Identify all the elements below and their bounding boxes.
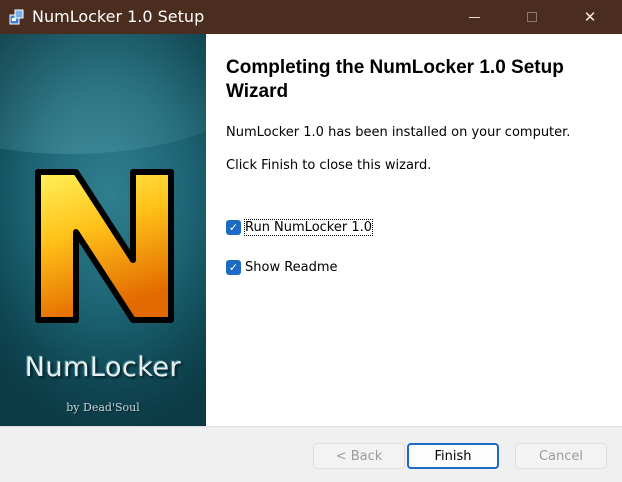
page-title: Completing the NumLocker 1.0 Setup Wizar…: [226, 57, 564, 102]
close-icon: ✕: [583, 7, 597, 26]
installed-message: NumLocker 1.0 has been installed on your…: [226, 125, 571, 140]
brand-name: NumLocker: [24, 352, 182, 383]
back-button[interactable]: < Back: [313, 443, 405, 469]
banner-highlight: [0, 34, 206, 154]
run-app-option[interactable]: ✓ Run NumLocker 1.0: [226, 218, 374, 236]
maximize-icon: [527, 12, 537, 22]
maximize-button[interactable]: [509, 0, 555, 34]
show-readme-checkbox[interactable]: ✓: [226, 259, 241, 275]
run-app-label[interactable]: Run NumLocker 1.0: [243, 218, 374, 236]
button-bar: < Back Finish Cancel: [0, 426, 622, 482]
close-button[interactable]: ✕: [567, 0, 613, 34]
wizard-banner: NumLocker by Dead'Soul: [0, 34, 206, 426]
run-app-checkbox[interactable]: ✓: [226, 219, 241, 235]
finish-instruction: Click Finish to close this wizard.: [226, 158, 432, 173]
finish-button[interactable]: Finish: [407, 443, 499, 469]
author-byline: by Dead'Soul: [66, 401, 140, 414]
cancel-button[interactable]: Cancel: [515, 443, 607, 469]
numlocker-logo: [35, 169, 174, 323]
title-bar[interactable]: NumLocker 1.0 Setup ✕: [0, 0, 622, 34]
show-readme-label[interactable]: Show Readme: [245, 260, 338, 275]
minimize-button[interactable]: [451, 0, 497, 34]
minimize-icon: [468, 16, 480, 18]
window-title: NumLocker 1.0 Setup: [32, 7, 205, 26]
show-readme-option[interactable]: ✓ Show Readme: [226, 258, 338, 276]
installer-icon: [9, 9, 24, 25]
wizard-content: Completing the NumLocker 1.0 Setup Wizar…: [206, 34, 622, 426]
